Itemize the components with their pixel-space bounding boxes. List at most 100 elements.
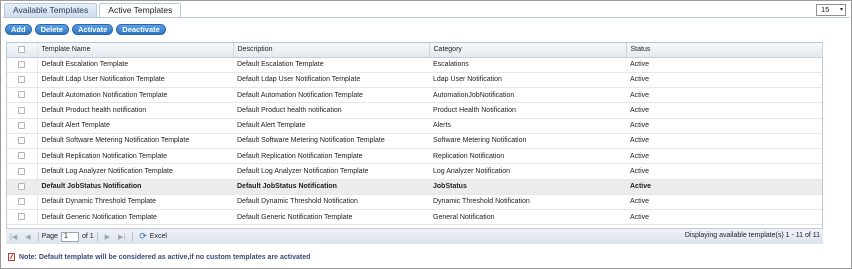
cell-description: Default Alert Template — [233, 118, 429, 134]
row-checkbox[interactable] — [7, 163, 38, 180]
pager-separator — [96, 231, 98, 242]
column-header-template-name[interactable]: Template Name — [37, 43, 234, 58]
page-size-value: 15 — [821, 5, 830, 14]
cell-status: Active — [626, 148, 822, 165]
table-row[interactable]: Default Alert Template Default Alert Tem… — [7, 118, 822, 134]
pager-separator — [37, 231, 39, 242]
first-page-icon[interactable]: |◀ — [10, 233, 17, 241]
table-header-row: Template Name Description Category Statu… — [7, 43, 823, 58]
table-row[interactable]: Default Ldap User Notification Template … — [7, 72, 822, 89]
cell-status: Active — [626, 179, 822, 195]
cell-status: Active — [626, 133, 822, 150]
cell-category: Ldap User Notification — [429, 72, 626, 89]
table-row[interactable]: Default Replication Notification Templat… — [7, 148, 822, 165]
pager-separator — [132, 231, 134, 242]
cell-status: Active — [626, 209, 822, 226]
toolbar: Add Delete Activate Deactivate — [5, 24, 169, 35]
cell-description: Default Dynamic Threshold Notification — [233, 194, 429, 211]
cell-template-name: Default Replication Notification Templat… — [37, 148, 233, 165]
activate-button[interactable]: Activate — [72, 24, 114, 35]
table-row[interactable]: Default Software Metering Notification T… — [7, 133, 822, 150]
note-text: Note: Default template will be considere… — [19, 253, 311, 261]
cell-description: Default Generic Notification Template — [233, 209, 429, 226]
add-button[interactable]: Add — [5, 24, 32, 35]
cell-template-name: Default Product health notification — [37, 102, 233, 119]
tab-bar: Available Templates Active Templates — [4, 3, 183, 17]
cell-category: Replication Notification — [429, 148, 626, 165]
row-checkbox[interactable] — [7, 148, 38, 165]
cell-category: Escalations — [429, 57, 626, 73]
excel-export-link[interactable]: Excel — [150, 233, 167, 240]
table-row[interactable]: Default Generic Notification Template De… — [7, 209, 822, 226]
cell-description: Default Escalation Template — [233, 57, 429, 73]
tab-active-templates[interactable]: Active Templates — [99, 3, 182, 17]
cell-description: Default JobStatus Notification — [233, 179, 429, 195]
cell-category: General Notification — [429, 209, 626, 226]
cell-template-name: Default Log Analyzer Notification Templa… — [37, 163, 233, 180]
cell-template-name: Default Escalation Template — [37, 57, 233, 73]
previous-page-icon[interactable]: ◀ — [25, 233, 30, 241]
cell-template-name: Default Ldap User Notification Template — [37, 72, 233, 89]
cell-category: Alerts — [429, 118, 626, 134]
cell-status: Active — [626, 72, 822, 89]
cell-template-name: Default JobStatus Notification — [37, 179, 233, 195]
cell-category: Log Analyzer Notification — [429, 163, 626, 180]
row-checkbox[interactable] — [7, 57, 38, 73]
cell-description: Default Log Analyzer Notification Templa… — [233, 163, 429, 180]
templates-grid: Template Name Description Category Statu… — [6, 42, 823, 244]
tab-available-templates[interactable]: Available Templates — [4, 3, 98, 17]
select-all-checkbox[interactable] — [7, 43, 38, 58]
cell-category: Software Metering Notification — [429, 133, 626, 150]
deactivate-button[interactable]: Deactivate — [116, 24, 166, 35]
row-checkbox[interactable] — [7, 133, 38, 150]
column-header-category[interactable]: Category — [429, 43, 627, 58]
cell-status: Active — [626, 102, 822, 119]
row-checkbox[interactable] — [7, 72, 38, 89]
cell-template-name: Default Alert Template — [37, 118, 233, 134]
cell-category: AutomationJobNotification — [429, 87, 626, 104]
pagination-bar: |◀ ◀ Page 1 of 1 ▶ ▶| ⟳ Excel Displaying… — [6, 228, 823, 244]
cell-status: Active — [626, 87, 822, 104]
page-size-select[interactable]: 15 ▾ — [816, 4, 846, 16]
row-checkbox[interactable] — [7, 209, 38, 226]
cell-description: Default Software Metering Notification T… — [233, 133, 429, 150]
table-row[interactable]: Default Dynamic Threshold Template Defau… — [7, 194, 822, 211]
cell-category: Dynamic Threshold Notification — [429, 194, 626, 211]
cell-description: Default Product health notification — [233, 102, 429, 119]
tab-divider — [3, 17, 849, 18]
chevron-down-icon: ▾ — [839, 7, 843, 13]
next-page-icon[interactable]: ▶ — [105, 233, 110, 241]
refresh-icon[interactable]: ⟳ — [139, 231, 147, 242]
last-page-icon[interactable]: ▶| — [118, 233, 125, 241]
table-row[interactable]: Default Escalation Template Default Esca… — [7, 57, 822, 73]
row-checkbox[interactable] — [7, 102, 38, 119]
column-header-description[interactable]: Description — [233, 43, 430, 58]
row-checkbox[interactable] — [7, 194, 38, 211]
cell-description: Default Ldap User Notification Template — [233, 72, 429, 89]
table-row[interactable]: Default Automation Notification Template… — [7, 87, 822, 104]
cell-template-name: Default Generic Notification Template — [37, 209, 233, 226]
cell-status: Active — [626, 163, 822, 180]
table-row[interactable]: Default Product health notification Defa… — [7, 102, 822, 119]
paging-summary: Displaying available template(s) 1 - 11 … — [684, 232, 820, 239]
row-checkbox[interactable] — [7, 118, 38, 134]
templates-table: Template Name Description Category Statu… — [7, 43, 823, 226]
page-label: Page — [41, 233, 58, 240]
page-number-input[interactable]: 1 — [60, 231, 79, 242]
cell-category: JobStatus — [429, 179, 626, 195]
cell-description: Default Replication Notification Templat… — [233, 148, 429, 165]
cell-description: Default Automation Notification Template — [233, 87, 429, 104]
cell-status: Active — [626, 194, 822, 211]
cell-template-name: Default Dynamic Threshold Template — [37, 194, 233, 211]
table-row[interactable]: Default Log Analyzer Notification Templa… — [7, 163, 822, 180]
cell-template-name: Default Software Metering Notification T… — [37, 133, 233, 150]
row-checkbox[interactable] — [7, 87, 38, 104]
delete-button[interactable]: Delete — [34, 24, 70, 35]
page-count-label: of 1 — [81, 233, 94, 240]
cell-template-name: Default Automation Notification Template — [37, 87, 233, 104]
row-checkbox[interactable] — [7, 179, 38, 195]
note-icon — [8, 253, 15, 261]
footer-note: Note: Default template will be considere… — [8, 253, 310, 261]
table-row-selected[interactable]: Default JobStatus Notification Default J… — [7, 179, 822, 195]
column-header-status[interactable]: Status — [626, 43, 823, 58]
